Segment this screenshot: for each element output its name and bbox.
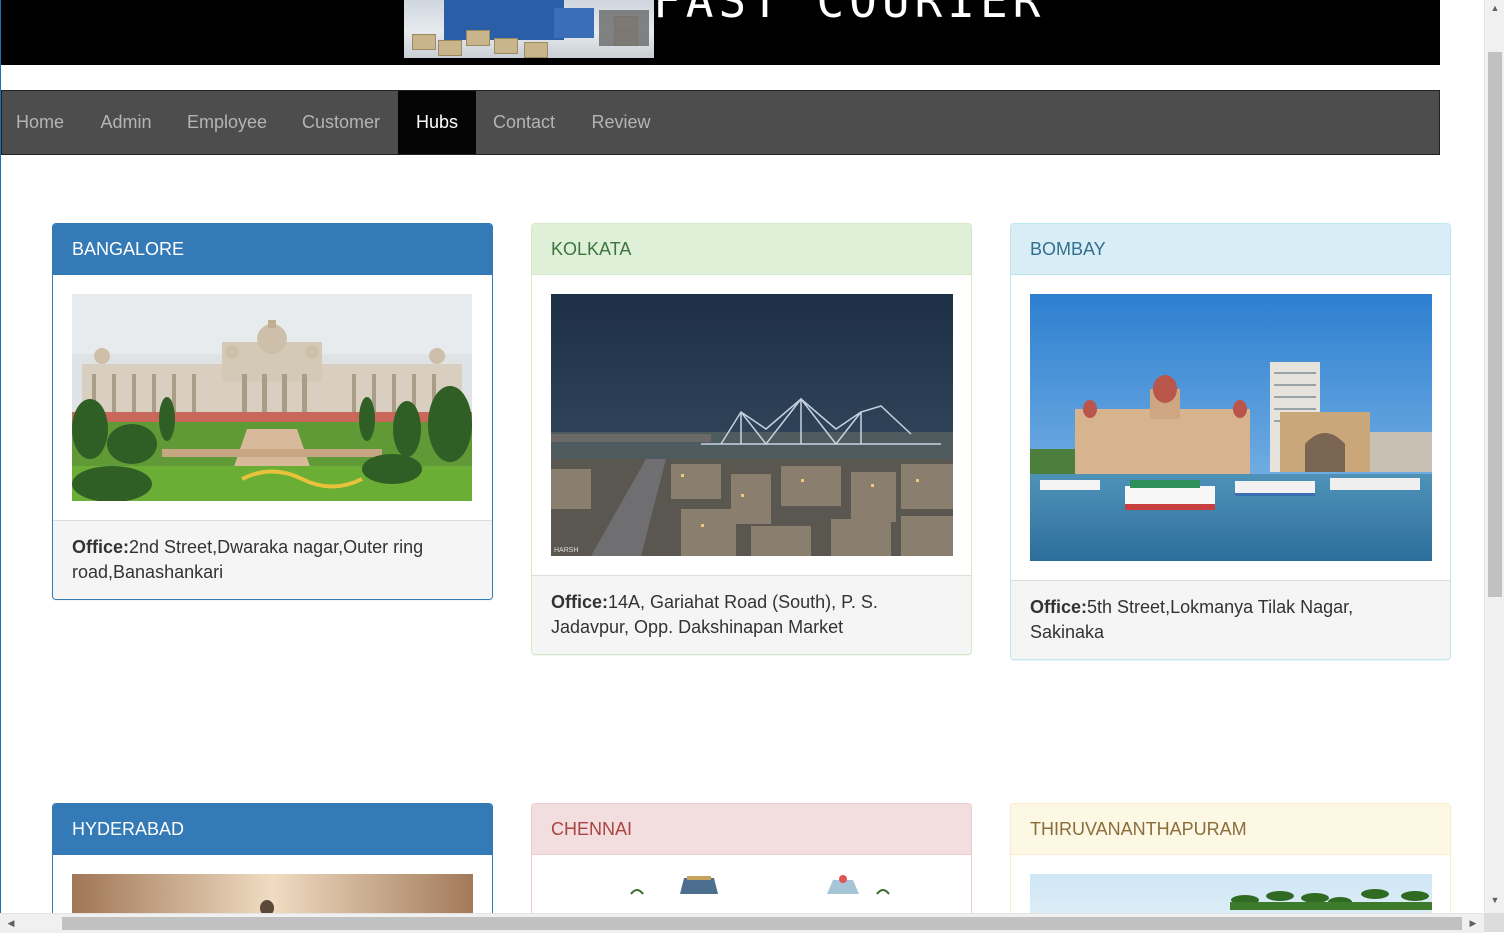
nav-hubs[interactable]: Hubs — [398, 91, 476, 154]
hub-panel-bombay: BOMBAY Office:5th Street,Lokmanya Tilak … — [1010, 223, 1451, 660]
office-label: Office: — [72, 537, 130, 557]
scroll-right-arrow-icon[interactable]: ▶ — [1464, 914, 1482, 933]
nav-customer[interactable]: Customer — [288, 91, 394, 154]
nav-review[interactable]: Review — [578, 91, 664, 154]
scrollbar-corner — [1484, 913, 1504, 932]
hub-title: THIRUVANANTHAPURAM — [1011, 804, 1450, 855]
hub-office-address: Office:2nd Street,Dwaraka nagar,Outer ri… — [53, 520, 492, 599]
hub-office-address: Office:5th Street,Lokmanya Tilak Nagar, … — [1011, 580, 1450, 659]
parcel-box — [412, 34, 436, 50]
charminar-photo — [72, 874, 473, 913]
hub-panel-chennai: CHENNAI — [531, 803, 972, 913]
nav-admin[interactable]: Admin — [88, 91, 164, 154]
vertical-scrollbar[interactable]: ▲ ▼ — [1484, 0, 1504, 913]
banner-image — [404, 0, 654, 58]
vidhana-soudha-photo — [72, 294, 472, 501]
hub-title: BANGALORE — [53, 224, 492, 275]
hub-title: HYDERABAD — [53, 804, 492, 855]
parcel-box — [524, 42, 548, 58]
parcel-box — [494, 38, 518, 54]
vertical-scroll-thumb[interactable] — [1488, 52, 1502, 597]
site-title: FAST COURIER — [653, 0, 1046, 28]
nav-contact[interactable]: Contact — [480, 91, 568, 154]
horizontal-scroll-thumb[interactable] — [62, 917, 1462, 930]
scroll-down-arrow-icon[interactable]: ▼ — [1485, 892, 1504, 909]
palm-beach-photo — [1030, 874, 1432, 913]
scroll-up-arrow-icon[interactable]: ▲ — [1485, 0, 1504, 17]
hub-panel-kolkata: KOLKATA HARSH Office:14A, Gariahat Road … — [531, 223, 972, 655]
hub-panel-hyderabad: HYDERABAD — [52, 803, 493, 913]
truck-cab-shape — [554, 8, 594, 38]
hub-panel-bangalore: BANGALORE Office:2nd Street,Dwaraka naga… — [52, 223, 493, 600]
forklift-shape — [599, 10, 649, 46]
page-viewport: FAST COURIER Home Admin Employee Custome… — [1, 0, 1484, 913]
temple-gopuram-photo — [551, 874, 953, 913]
hub-panel-thiruvananthapuram: THIRUVANANTHAPURAM — [1010, 803, 1451, 913]
office-label: Office: — [1030, 597, 1088, 617]
nav-home[interactable]: Home — [2, 91, 78, 154]
site-banner: FAST COURIER — [1, 0, 1440, 65]
horizontal-scrollbar[interactable]: ◀ ▶ — [0, 913, 1484, 933]
hub-title: KOLKATA — [532, 224, 971, 275]
nav-employee[interactable]: Employee — [172, 91, 282, 154]
parcel-box — [438, 40, 462, 56]
main-navbar: Home Admin Employee Customer Hubs Contac… — [1, 90, 1440, 155]
parcel-box — [466, 30, 490, 46]
hub-title: BOMBAY — [1011, 224, 1450, 275]
truck-shape — [444, 0, 564, 40]
hub-office-address: Office:14A, Gariahat Road (South), P. S.… — [532, 575, 971, 654]
scroll-left-arrow-icon[interactable]: ◀ — [2, 914, 20, 933]
gateway-of-india-photo — [1030, 294, 1432, 561]
hub-title: CHENNAI — [532, 804, 971, 855]
office-label: Office: — [551, 592, 609, 612]
howrah-bridge-photo: HARSH — [551, 294, 953, 556]
photo-watermark: HARSH — [554, 547, 579, 554]
